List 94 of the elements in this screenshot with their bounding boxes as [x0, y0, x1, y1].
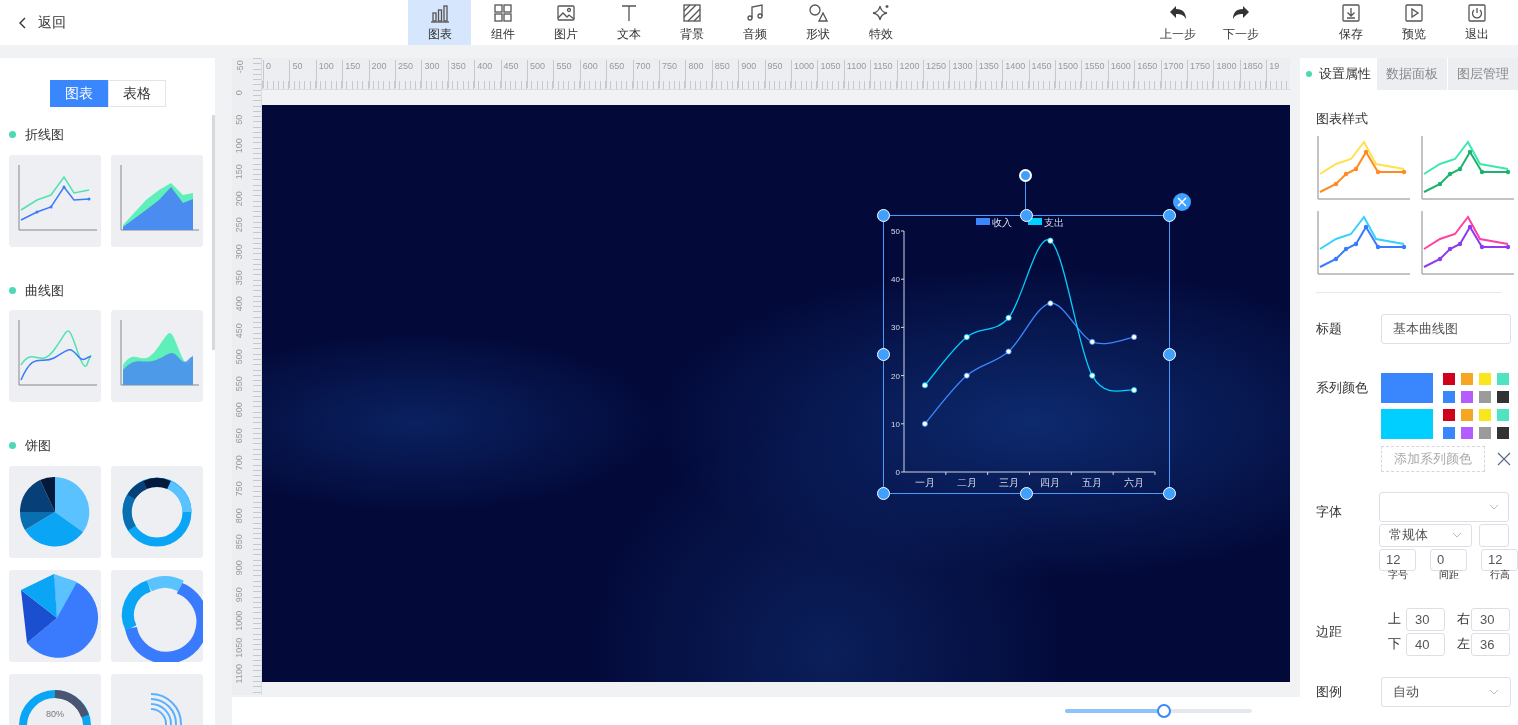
field-label: 上 — [1388, 610, 1401, 629]
field-label: 右 — [1457, 610, 1470, 629]
ruler-label: 1800 — [1213, 60, 1237, 88]
ruler-label: 700 — [632, 60, 651, 88]
section-title: 曲线图 — [25, 281, 64, 300]
ruler-label: 550 — [553, 60, 572, 88]
ruler-label: 1000 — [791, 60, 815, 88]
axis-label: 六月 — [1124, 477, 1145, 488]
axis-label: 40 — [891, 275, 900, 285]
ruler-label: 1100 — [233, 664, 246, 684]
ruler-label: 1500 — [1055, 60, 1079, 88]
ruler-label: 700 — [233, 455, 246, 471]
ruler-label: 1850 — [1239, 60, 1263, 88]
ruler-label: 0 — [233, 90, 246, 96]
ruler-label: 900 — [233, 560, 246, 576]
ruler-label: 600 — [233, 402, 246, 418]
ruler-label: 150 — [342, 60, 361, 88]
ruler-label: 850 — [711, 60, 730, 88]
ruler-label: 200 — [368, 60, 387, 88]
ruler-label: 1700 — [1160, 60, 1184, 88]
ruler-label: 1150 — [870, 60, 893, 88]
axis-label: 二月 — [956, 477, 977, 488]
field-caption: 间距 — [1438, 569, 1459, 580]
ruler-label: 950 — [233, 587, 246, 603]
section-title: 折线图 — [25, 126, 64, 144]
ruler-label: 100 — [233, 138, 246, 154]
axis-label: 20 — [891, 371, 900, 381]
ruler-label: 450 — [500, 60, 519, 88]
ruler-label: 400 — [474, 60, 493, 88]
field-label: 标题 — [1316, 319, 1343, 338]
ruler-label: 200 — [233, 191, 246, 207]
axis-label: 五月 — [1082, 477, 1103, 488]
ruler-label: 250 — [395, 60, 414, 88]
field-label: 左 — [1457, 635, 1470, 654]
axis-label: 三月 — [998, 477, 1019, 488]
ruler-label: 1200 — [896, 60, 920, 88]
axis-label: 0 — [895, 468, 900, 477]
field-label: 系列颜色 — [1316, 378, 1369, 397]
ruler-label: 900 — [738, 60, 757, 88]
ruler-label: 250 — [233, 217, 246, 233]
axis-label: 30 — [891, 323, 900, 333]
field-caption: 行高 — [1489, 569, 1510, 580]
ruler-label: 950 — [764, 60, 783, 88]
axis-label: 50 — [891, 227, 900, 236]
field-label: 边距 — [1316, 622, 1343, 641]
legend-label: 收入 — [992, 217, 1012, 228]
ruler-label: 19 — [1266, 60, 1280, 88]
ruler-label: 500 — [233, 349, 246, 365]
field-label: 字体 — [1316, 502, 1343, 521]
ruler-label: 1750 — [1187, 60, 1211, 88]
ruler-label: 800 — [685, 60, 704, 88]
field-label: 下 — [1388, 635, 1401, 654]
ruler-label: 300 — [421, 60, 440, 88]
ruler-label: 150 — [233, 164, 246, 180]
ruler-label: 750 — [659, 60, 678, 88]
ruler-label: 650 — [233, 428, 246, 444]
ruler-label: 1350 — [975, 60, 999, 88]
ruler-label: 100 — [315, 60, 334, 88]
ruler-label: 500 — [527, 60, 546, 88]
ruler-label: 850 — [233, 534, 246, 550]
axis-label: 10 — [891, 419, 900, 429]
ruler-label: 1250 — [923, 60, 947, 88]
axis-label: 一月 — [914, 477, 935, 488]
ruler-label: 300 — [233, 243, 246, 259]
gauge-value: 80% — [45, 707, 65, 721]
section-title: 饼图 — [25, 437, 51, 455]
ruler-label: 50 — [233, 114, 246, 125]
ruler-label: 600 — [579, 60, 598, 88]
legend-label: 支出 — [1044, 217, 1064, 228]
ruler-label: 1400 — [1002, 60, 1026, 88]
ruler-label: 650 — [606, 60, 625, 88]
ruler-label: 1050 — [233, 637, 246, 658]
ruler-label: 450 — [233, 323, 246, 339]
ruler-label: 1550 — [1081, 60, 1105, 88]
ruler-label: 750 — [233, 481, 246, 497]
ruler-label: 0 — [263, 60, 271, 88]
ruler-label: 800 — [233, 507, 246, 523]
axis-label: 四月 — [1040, 477, 1061, 488]
ruler-label: 1050 — [817, 60, 841, 88]
field-caption: 字号 — [1387, 569, 1408, 580]
field-label: 图例 — [1316, 682, 1343, 701]
ruler-label: 1450 — [1028, 60, 1052, 88]
ruler-label: 1300 — [949, 60, 973, 88]
ruler-label: 400 — [233, 296, 246, 312]
ruler-label: 50 — [289, 60, 303, 88]
ruler-label: 550 — [233, 375, 246, 391]
ruler-label: 1650 — [1134, 60, 1158, 88]
ruler-label: 350 — [447, 60, 466, 88]
ruler-label: 1100 — [843, 60, 867, 88]
ruler-label: 350 — [233, 270, 246, 286]
ruler-label: -50 — [233, 60, 246, 74]
ruler-label: 1000 — [233, 611, 246, 631]
ruler-label: 1600 — [1107, 60, 1131, 88]
section-title: 图表样式 — [1316, 110, 1369, 128]
